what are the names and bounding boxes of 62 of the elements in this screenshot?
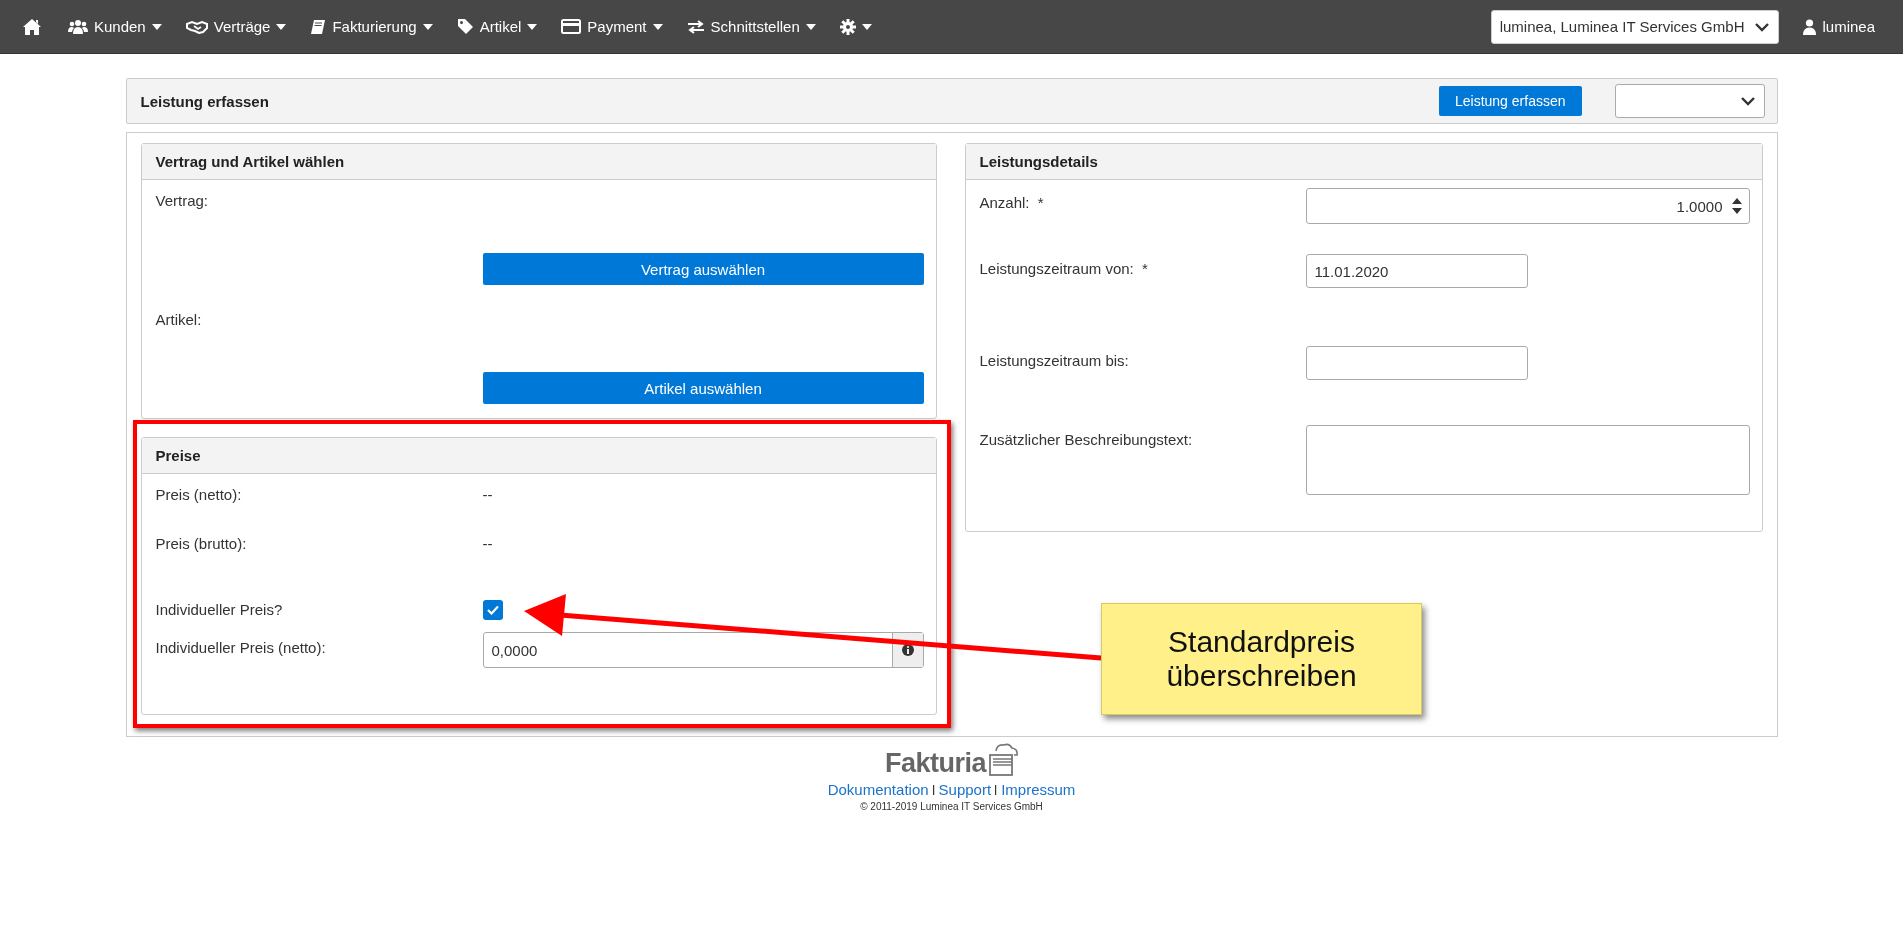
book-icon bbox=[310, 18, 327, 35]
footer-link[interactable]: Impressum bbox=[1001, 781, 1076, 798]
field-label: Artikel: bbox=[155, 310, 203, 328]
nav-menu[interactable]: Verträge bbox=[173, 6, 299, 47]
chevron-down-icon bbox=[1754, 21, 1771, 32]
user-icon bbox=[1803, 18, 1817, 35]
card-title: Vertrag und Artikel wählen bbox=[155, 153, 345, 170]
field-label: Leistungszeitraum von: * bbox=[979, 259, 1149, 279]
select-button[interactable]: Vertrag auswählen bbox=[482, 253, 924, 285]
cloud-document-icon bbox=[988, 743, 1018, 777]
price-value: -- bbox=[482, 534, 494, 554]
copyright-text: © 2011-2019 Luminea IT Services GmbH bbox=[860, 801, 1043, 812]
nav-menu[interactable]: Artikel bbox=[444, 6, 550, 47]
nav-menu[interactable]: Kunden bbox=[56, 6, 174, 47]
caret-icon bbox=[652, 23, 663, 30]
date-input[interactable]: 11.01.2020 bbox=[1305, 254, 1528, 288]
company-select[interactable]: luminea, Luminea IT Services GmbH bbox=[1490, 9, 1780, 44]
select-button[interactable]: Artikel auswählen bbox=[482, 372, 924, 404]
nav-menu[interactable]: Fakturierung bbox=[298, 6, 445, 47]
caret-icon bbox=[276, 23, 287, 30]
caret-icon bbox=[151, 23, 162, 30]
caret-icon bbox=[527, 23, 538, 30]
date-input[interactable] bbox=[1305, 346, 1528, 380]
callout-note: Standardpreis überschreiben bbox=[1101, 603, 1422, 715]
field-label: Vertrag: bbox=[155, 191, 210, 209]
settings-icon bbox=[839, 18, 856, 35]
card-title: Preise bbox=[155, 447, 201, 464]
caret-icon bbox=[805, 23, 816, 30]
field-label: Individueller Preis? bbox=[155, 600, 284, 620]
price-value: -- bbox=[482, 485, 494, 505]
field-label: Anzahl: * bbox=[979, 193, 1045, 213]
field-label: Preis (brutto): bbox=[155, 534, 248, 554]
link-separator-icon bbox=[995, 785, 998, 795]
home-icon bbox=[22, 17, 42, 36]
caret-icon bbox=[861, 23, 872, 30]
page-title: Leistung erfassen bbox=[140, 92, 270, 110]
handshake-icon bbox=[185, 19, 208, 34]
price-input[interactable]: 0,0000 bbox=[482, 632, 924, 668]
field-label: Preis (netto): bbox=[155, 485, 243, 505]
chevron-down-icon bbox=[1739, 96, 1756, 106]
exchange-icon bbox=[686, 19, 705, 34]
field-label: Individueller Preis (netto): bbox=[155, 638, 327, 658]
quantity-input[interactable]: 1.0000 bbox=[1305, 188, 1750, 224]
link-separator-icon bbox=[932, 785, 935, 795]
caret-icon bbox=[422, 23, 433, 30]
credit-card-icon bbox=[561, 19, 582, 34]
nav-menu[interactable]: Payment bbox=[549, 6, 675, 47]
footer-link[interactable]: Dokumentation bbox=[827, 781, 929, 798]
tag-icon bbox=[456, 18, 474, 35]
submit-button[interactable]: Leistung erfassen bbox=[1438, 86, 1582, 116]
footer-link[interactable]: Support bbox=[938, 781, 992, 798]
users-icon bbox=[68, 18, 88, 35]
spinner-arrows-icon[interactable] bbox=[1730, 196, 1743, 216]
checkmark-icon bbox=[486, 605, 499, 615]
card-title: Leistungsdetails bbox=[979, 153, 1098, 170]
user-menu[interactable]: luminea bbox=[1791, 6, 1887, 47]
nav-menu[interactable]: Schnittstellen bbox=[674, 6, 828, 47]
info-icon bbox=[901, 644, 914, 656]
field-label: Leistungszeitraum bis: bbox=[979, 351, 1130, 371]
checkbox[interactable] bbox=[482, 600, 503, 620]
logo-text: Fakturia bbox=[884, 750, 986, 777]
field-label: Zusätzlicher Beschreibungstext: bbox=[979, 430, 1194, 450]
